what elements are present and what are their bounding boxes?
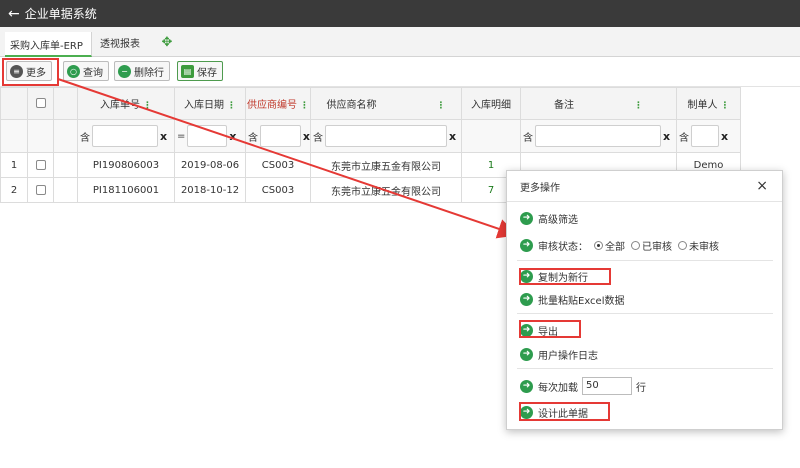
- filter-order-no: 含x: [77, 119, 175, 153]
- row-checkbox[interactable]: [35, 159, 46, 170]
- filter-remark: 含x: [520, 119, 677, 153]
- sort-icon[interactable]: ⋮: [437, 101, 446, 111]
- query-label: 查询: [83, 67, 103, 79]
- tab-pivot-report[interactable]: 透视报表: [100, 35, 140, 50]
- dialog-title: 更多操作: [520, 182, 560, 194]
- sort-icon[interactable]: ⋮: [227, 101, 236, 111]
- user-operation-log-item[interactable]: ➜ 用户操作日志: [520, 347, 598, 362]
- col-header-order-no[interactable]: 入库单号 ⋮: [77, 87, 175, 120]
- filter-maker: 含x: [676, 119, 741, 153]
- divider: [517, 260, 773, 261]
- dialog-header: 更多操作: [507, 171, 782, 202]
- col-header-detail[interactable]: 入库明细: [461, 87, 521, 120]
- col-header-remark[interactable]: 备注 ⋮: [520, 87, 677, 120]
- row-num-header: [0, 87, 28, 120]
- save-label: 保存: [197, 67, 217, 79]
- radio-approved[interactable]: [631, 241, 640, 250]
- filter-input[interactable]: [691, 125, 719, 147]
- toolbar: ≡ 更多 ○ 查询 − 删除行 ▤ 保存: [0, 57, 800, 87]
- move-arrows-icon[interactable]: ✥: [160, 36, 174, 50]
- cell-date[interactable]: 2018-10-12: [174, 177, 246, 203]
- query-button[interactable]: ○ 查询: [63, 61, 109, 81]
- blank-header: [53, 87, 78, 120]
- col-header-supplier-name[interactable]: 供应商名称 ⋮: [310, 87, 462, 120]
- cell-order-no[interactable]: PI190806003: [77, 152, 175, 178]
- delete-row-label: 删除行: [134, 67, 164, 79]
- sort-icon[interactable]: ⋮: [634, 101, 643, 111]
- filter-cell-blank: [53, 119, 78, 153]
- more-operations-dialog: 更多操作 × ➜ 高级筛选 ➜ 审核状态： 全部 已审核 未审核 ➜ 复制为新行…: [506, 170, 783, 430]
- row-number: 1: [0, 152, 28, 178]
- cell-supplier-code[interactable]: CS003: [245, 177, 311, 203]
- load-count-input[interactable]: 50: [582, 377, 632, 395]
- col-header-maker[interactable]: 制单人 ⋮: [676, 87, 741, 120]
- radio-all[interactable]: [594, 241, 603, 250]
- arrow-right-icon: ➜: [520, 212, 533, 225]
- sort-icon[interactable]: ⋮: [721, 101, 730, 111]
- filter-input[interactable]: [92, 125, 158, 147]
- filter-input[interactable]: [187, 125, 228, 147]
- tab-purchase-receipt[interactable]: 采购入库单-ERP: [5, 32, 92, 57]
- arrow-right-icon: ➜: [520, 348, 533, 361]
- advanced-filter-item[interactable]: ➜ 高级筛选: [520, 211, 578, 226]
- arrow-right-icon: ➜: [520, 379, 533, 393]
- row-blank: [53, 177, 78, 203]
- select-all-checkbox[interactable]: [35, 98, 46, 108]
- highlight-copy-new-row: [519, 268, 611, 285]
- clear-filter-icon[interactable]: x: [721, 130, 728, 143]
- filter-input[interactable]: [535, 125, 661, 147]
- filter-cell-blank: [0, 119, 28, 153]
- row-select: [27, 152, 54, 178]
- row-number: 2: [0, 177, 28, 203]
- audit-status-item: ➜ 审核状态： 全部 已审核 未审核: [520, 238, 719, 253]
- arrow-left-icon[interactable]: ←: [8, 6, 20, 22]
- clear-filter-icon[interactable]: x: [160, 130, 167, 143]
- clear-filter-icon[interactable]: x: [303, 130, 310, 143]
- sort-icon[interactable]: ⋮: [300, 101, 309, 111]
- title-bar: ← 企业单据系统: [0, 0, 800, 27]
- radio-unapproved[interactable]: [678, 241, 687, 250]
- cell-date[interactable]: 2019-08-06: [174, 152, 246, 178]
- highlight-export: [519, 320, 581, 338]
- divider: [517, 313, 773, 314]
- minus-icon: −: [118, 64, 131, 78]
- clear-filter-icon[interactable]: x: [229, 130, 236, 143]
- select-all-header: [27, 87, 54, 120]
- clear-filter-icon[interactable]: x: [449, 130, 456, 143]
- highlight-design-document: [519, 402, 610, 421]
- row-blank: [53, 152, 78, 178]
- filter-supplier-name: 含x: [310, 119, 462, 153]
- filter-detail: [461, 119, 521, 153]
- clear-filter-icon[interactable]: x: [663, 130, 670, 143]
- filter-input[interactable]: [260, 125, 301, 147]
- divider: [517, 368, 773, 369]
- delete-row-button[interactable]: − 删除行: [114, 61, 170, 81]
- highlight-more-button: [2, 58, 59, 86]
- sort-icon[interactable]: ⋮: [143, 101, 152, 111]
- load-rows-item: ➜ 每次加载 50 行: [520, 377, 646, 395]
- cell-supplier-name[interactable]: 东莞市立康五金有限公司: [310, 177, 462, 203]
- cell-supplier-name[interactable]: 东莞市立康五金有限公司: [310, 152, 462, 178]
- search-icon: ○: [67, 64, 80, 78]
- col-header-supplier-code[interactable]: 供应商编号 ⋮: [245, 87, 311, 120]
- batch-paste-excel-item[interactable]: ➜ 批量粘贴Excel数据: [520, 292, 625, 307]
- filter-cell-blank: [27, 119, 54, 153]
- close-icon[interactable]: ×: [756, 178, 768, 194]
- row-checkbox[interactable]: [35, 184, 46, 195]
- arrow-right-icon: ➜: [520, 239, 533, 252]
- filter-supplier-code: 含x: [245, 119, 311, 153]
- row-select: [27, 177, 54, 203]
- arrow-right-icon: ➜: [520, 293, 533, 306]
- save-button[interactable]: ▤ 保存: [177, 61, 223, 81]
- col-header-date[interactable]: 入库日期 ⋮: [174, 87, 246, 120]
- app-title: 企业单据系统: [24, 7, 97, 21]
- filter-date: = x: [174, 119, 246, 153]
- cell-supplier-code[interactable]: CS003: [245, 152, 311, 178]
- tab-bar: 采购入库单-ERP 透视报表 ✥: [0, 27, 800, 57]
- save-icon: ▤: [181, 64, 194, 78]
- filter-input[interactable]: [325, 125, 447, 147]
- cell-order-no[interactable]: PI181106001: [77, 177, 175, 203]
